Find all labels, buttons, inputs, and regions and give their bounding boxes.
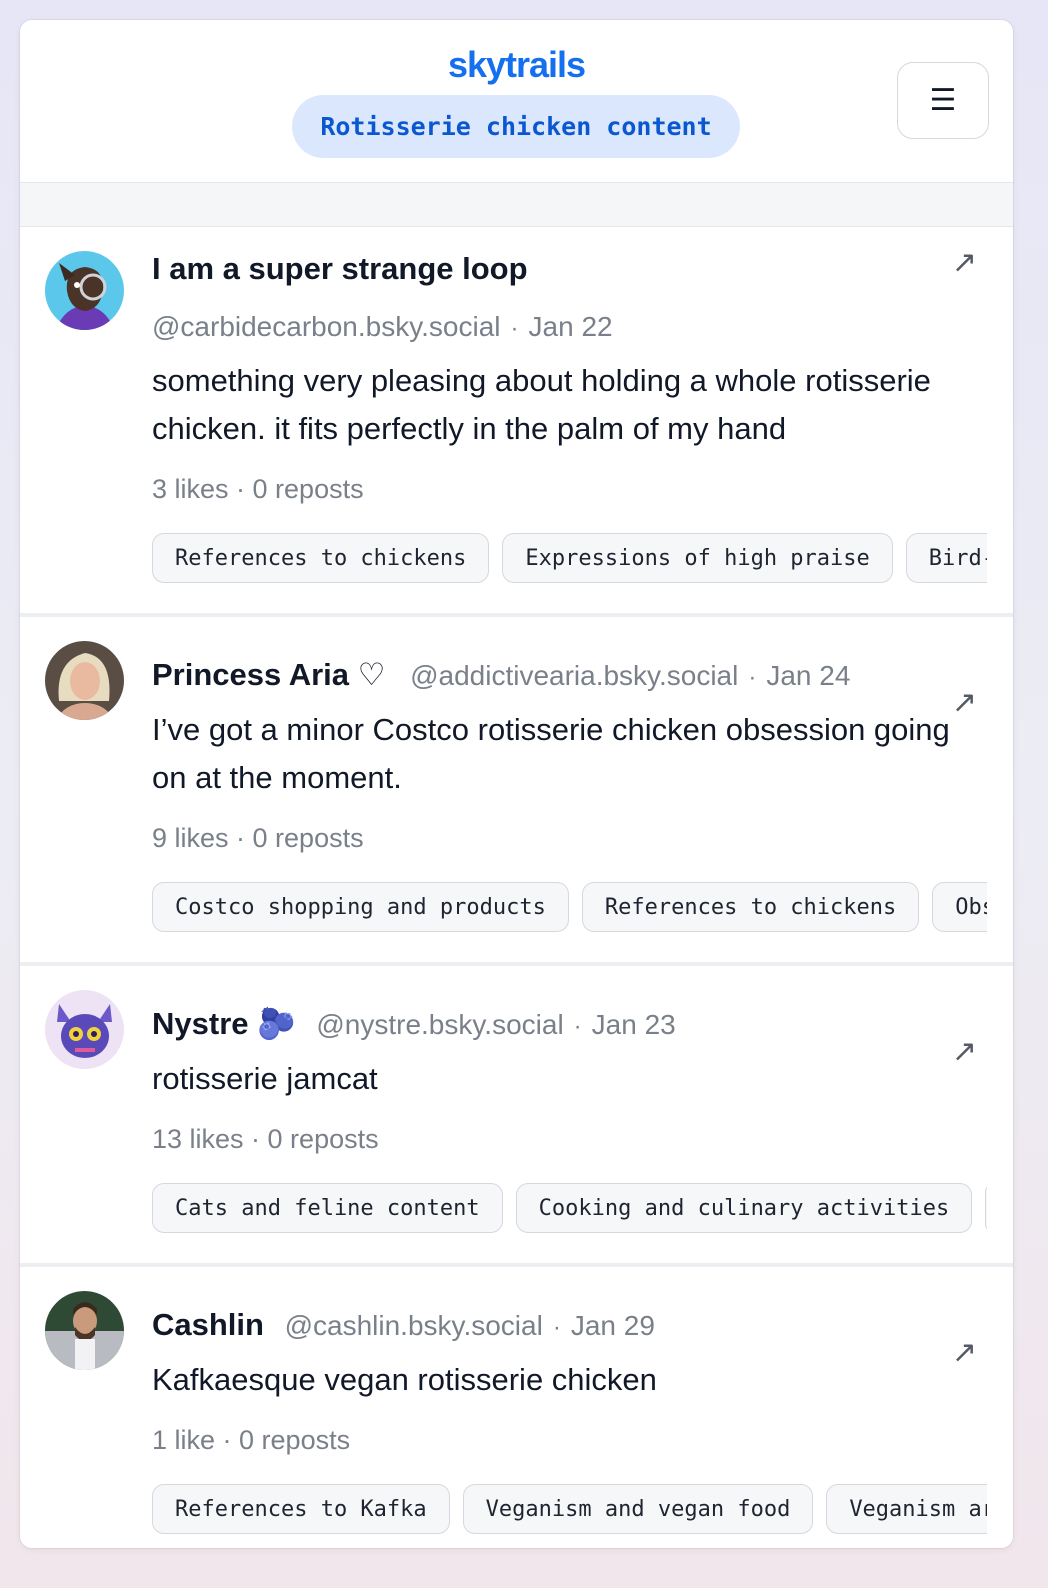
- arrow-up-right-icon[interactable]: ↗: [952, 1034, 977, 1069]
- tag-chip[interactable]: Obs: [932, 882, 987, 932]
- tag-chip[interactable]: Costco shopping and products: [152, 882, 569, 932]
- tag-chip[interactable]: Veganism ar: [826, 1484, 987, 1534]
- tag-chip[interactable]: References to chickens: [581, 882, 920, 932]
- tag-chip[interactable]: References to chickens: [152, 533, 490, 583]
- post-stats: 3 likes · 0 reposts: [152, 474, 364, 504]
- post-stats: 13 likes · 0 reposts: [152, 1124, 379, 1154]
- display-name[interactable]: Princess Aria: [152, 657, 349, 692]
- post-date[interactable]: Jan 23: [592, 1009, 676, 1040]
- tag-chip[interactable]: Expressions of high praise: [502, 533, 893, 583]
- tag-list: Costco shopping and products References …: [152, 882, 987, 962]
- avatar[interactable]: [45, 990, 124, 1069]
- tag-list: References to chickens Expressions of hi…: [152, 533, 987, 613]
- post-text: I’ve got a minor Costco rotisserie chick…: [152, 712, 950, 795]
- post-text: Kafkaesque vegan rotisserie chicken: [152, 1362, 657, 1397]
- display-name[interactable]: Nystre: [152, 1006, 249, 1041]
- avatar[interactable]: [45, 251, 124, 330]
- tag-list: References to Kafka Veganism and vegan f…: [152, 1484, 987, 1548]
- arrow-up-right-icon[interactable]: ↗: [952, 1335, 977, 1370]
- hamburger-menu-icon: ☰: [929, 84, 957, 117]
- feed-spacer: [20, 183, 1013, 227]
- post-text: rotisserie jamcat: [152, 1061, 378, 1096]
- post-date[interactable]: Jan 24: [766, 660, 850, 691]
- blueberry-badge: 🫐: [257, 1006, 296, 1041]
- post-date[interactable]: Jan 22: [529, 311, 613, 342]
- tag-chip-partial[interactable]: [985, 1183, 987, 1233]
- tag-chip[interactable]: Cooking and culinary activities: [515, 1183, 973, 1233]
- header: skytrails Rotisserie chicken content ☰: [20, 20, 1013, 183]
- heart-badge: ♡: [357, 657, 386, 692]
- tag-chip[interactable]: Bird-: [905, 533, 987, 583]
- app-window: skytrails Rotisserie chicken content ☰ ↗…: [20, 20, 1013, 1548]
- post-stats: 9 likes · 0 reposts: [152, 823, 364, 853]
- tag-list: Cats and feline content Cooking and culi…: [152, 1183, 987, 1263]
- feed-title-pill[interactable]: Rotisserie chicken content: [292, 95, 740, 158]
- avatar[interactable]: [45, 1291, 124, 1370]
- tag-chip[interactable]: Cats and feline content: [152, 1183, 503, 1233]
- handle[interactable]: @addictivearia.bsky.social: [410, 660, 738, 691]
- post-card[interactable]: ↗ Nystre 🫐 @nystre.bsky.social · Jan 23 ro…: [20, 966, 1013, 1267]
- tag-chip[interactable]: References to Kafka: [152, 1484, 450, 1534]
- post-stats: 1 like · 0 reposts: [152, 1425, 351, 1455]
- handle[interactable]: @nystre.bsky.social: [316, 1009, 563, 1040]
- post-date[interactable]: Jan 29: [571, 1310, 655, 1341]
- tag-chip[interactable]: Veganism and vegan food: [462, 1484, 814, 1534]
- menu-button[interactable]: ☰: [897, 62, 989, 139]
- arrow-up-right-icon[interactable]: ↗: [952, 685, 977, 720]
- post-card[interactable]: ↗ I am a super strange loop @carbidecarb…: [20, 227, 1013, 617]
- avatar[interactable]: [45, 641, 124, 720]
- display-name[interactable]: Cashlin: [152, 1307, 264, 1342]
- post-text: something very pleasing about holding a …: [152, 363, 931, 446]
- brand-logo[interactable]: skytrails: [20, 44, 1013, 86]
- post-card[interactable]: ↗ Princess Aria ♡ @addictivearia.bsky.so…: [20, 617, 1013, 966]
- handle[interactable]: @carbidecarbon.bsky.social: [152, 311, 501, 342]
- display-name[interactable]: I am a super strange loop: [152, 251, 528, 286]
- handle[interactable]: @cashlin.bsky.social: [285, 1310, 543, 1341]
- post-card[interactable]: ↗ Cashlin @cashlin.bsky.social · Jan 29 Ka…: [20, 1267, 1013, 1548]
- arrow-up-right-icon[interactable]: ↗: [952, 245, 977, 280]
